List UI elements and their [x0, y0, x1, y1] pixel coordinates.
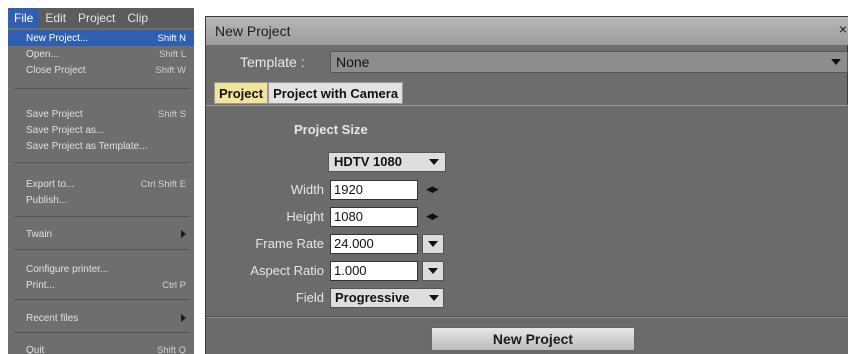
- chevron-down-icon: [428, 268, 438, 274]
- template-value: None: [336, 54, 370, 70]
- dialog-title: New Project: [215, 23, 291, 39]
- size-preset-value: HDTV 1080: [334, 154, 402, 169]
- project-panel: Project Size HDTV 1080 Width 1920 ◀▶ Hei…: [206, 105, 848, 354]
- height-input[interactable]: 1080: [330, 207, 418, 227]
- menu-item-export[interactable]: Export to... Ctrl Shift E: [8, 176, 194, 192]
- menu-item-label: Quit: [26, 344, 45, 354]
- field-label: Field: [295, 290, 324, 305]
- menu-item-configure-printer[interactable]: Configure printer...: [8, 261, 194, 277]
- width-label: Width: [290, 182, 324, 197]
- close-icon[interactable]: ×: [839, 21, 847, 37]
- menu-item-shortcut: Shift L: [159, 48, 186, 60]
- menu-window: File Edit Project Clip New Project... Sh…: [8, 8, 194, 354]
- menu-item-label: Save Project as Template...: [26, 140, 148, 152]
- menu-item-shortcut: Shift N: [157, 32, 186, 44]
- spin-arrows-icon[interactable]: ◀▶: [426, 184, 439, 195]
- menu-file[interactable]: File: [8, 8, 40, 28]
- menu-item-print[interactable]: Print... Ctrl P: [8, 277, 194, 293]
- chevron-down-icon: [831, 59, 841, 65]
- menu-item-shortcut: Shift Q: [156, 344, 186, 354]
- menu-item-open[interactable]: Open... Shift L: [8, 46, 194, 62]
- menu-item-label: Save Project as...: [26, 124, 105, 136]
- size-preset-select[interactable]: HDTV 1080: [328, 152, 446, 172]
- menu-item-new-project[interactable]: New Project... Shift N: [8, 30, 194, 46]
- menu-item-label: Publish...: [26, 194, 68, 206]
- menu-item-shortcut: Shift S: [158, 108, 186, 120]
- frame-rate-dropdown-button[interactable]: [422, 234, 444, 254]
- menu-item-label: Close Project: [26, 64, 86, 76]
- menu-separator: [14, 299, 190, 300]
- menu-item-close-project[interactable]: Close Project Shift W: [8, 62, 194, 78]
- dialog-titlebar[interactable]: New Project ×: [206, 17, 848, 45]
- submenu-arrow-icon: [181, 230, 186, 238]
- menu-item-label: Recent files: [26, 312, 79, 324]
- template-label: Template :: [240, 54, 305, 70]
- section-title: Project Size: [294, 122, 368, 137]
- menu-item-save-project-as[interactable]: Save Project as...: [8, 122, 194, 138]
- menu-item-recent-files[interactable]: Recent files: [8, 310, 194, 326]
- new-project-dialog: New Project × Template : None Project Pr…: [205, 16, 848, 354]
- menu-separator: [14, 216, 190, 217]
- menu-item-label: Save Project: [26, 108, 83, 120]
- template-row: Template : None: [206, 45, 848, 79]
- menu-item-shortcut: Shift W: [155, 64, 186, 76]
- menu-separator: [14, 162, 190, 163]
- menu-separator: [14, 249, 190, 250]
- menubar: File Edit Project Clip: [8, 8, 194, 28]
- chevron-down-icon: [429, 159, 439, 165]
- menu-item-label: Twain: [26, 228, 53, 240]
- file-menu-dropdown: New Project... Shift N Open... Shift L C…: [8, 28, 194, 354]
- menu-separator: [14, 88, 190, 89]
- menu-item-label: Open...: [26, 48, 59, 60]
- menu-item-label: Print...: [26, 279, 55, 291]
- tab-project[interactable]: Project: [214, 82, 269, 104]
- height-label: Height: [286, 209, 324, 224]
- menu-item-label: Export to...: [26, 178, 75, 190]
- frame-rate-label: Frame Rate: [255, 236, 324, 251]
- width-input[interactable]: 1920: [330, 180, 418, 200]
- field-value: Progressive: [335, 290, 410, 305]
- menu-edit[interactable]: Edit: [39, 8, 72, 28]
- menu-item-publish[interactable]: Publish...: [8, 192, 194, 208]
- spin-arrows-icon[interactable]: ◀▶: [426, 211, 439, 222]
- aspect-ratio-dropdown-button[interactable]: [422, 261, 444, 281]
- menu-separator: [14, 332, 190, 333]
- menu-item-save-as-template[interactable]: Save Project as Template...: [8, 138, 194, 154]
- menu-item-label: New Project...: [26, 32, 89, 44]
- menu-item-quit[interactable]: Quit Shift Q: [8, 342, 194, 354]
- menu-item-shortcut: Ctrl P: [162, 279, 186, 291]
- field-select[interactable]: Progressive: [330, 288, 444, 308]
- template-select[interactable]: None: [330, 51, 848, 73]
- menu-clip[interactable]: Clip: [121, 8, 154, 28]
- frame-rate-input[interactable]: 24.000: [330, 234, 418, 254]
- tab-bar: Project Project with Camera: [214, 82, 404, 104]
- chevron-down-icon: [429, 295, 439, 301]
- new-project-button[interactable]: New Project: [431, 327, 635, 351]
- aspect-ratio-input[interactable]: 1.000: [330, 261, 418, 281]
- submenu-arrow-icon: [181, 314, 186, 322]
- divider: [206, 316, 848, 318]
- aspect-ratio-label: Aspect Ratio: [250, 263, 324, 278]
- menu-item-shortcut: Ctrl Shift E: [140, 178, 186, 190]
- tab-project-with-camera[interactable]: Project with Camera: [268, 82, 404, 104]
- menu-item-save-project[interactable]: Save Project Shift S: [8, 106, 194, 122]
- menu-item-label: Configure printer...: [26, 263, 109, 275]
- menu-item-twain[interactable]: Twain: [8, 226, 194, 242]
- chevron-down-icon: [428, 241, 438, 247]
- menu-project[interactable]: Project: [72, 8, 121, 28]
